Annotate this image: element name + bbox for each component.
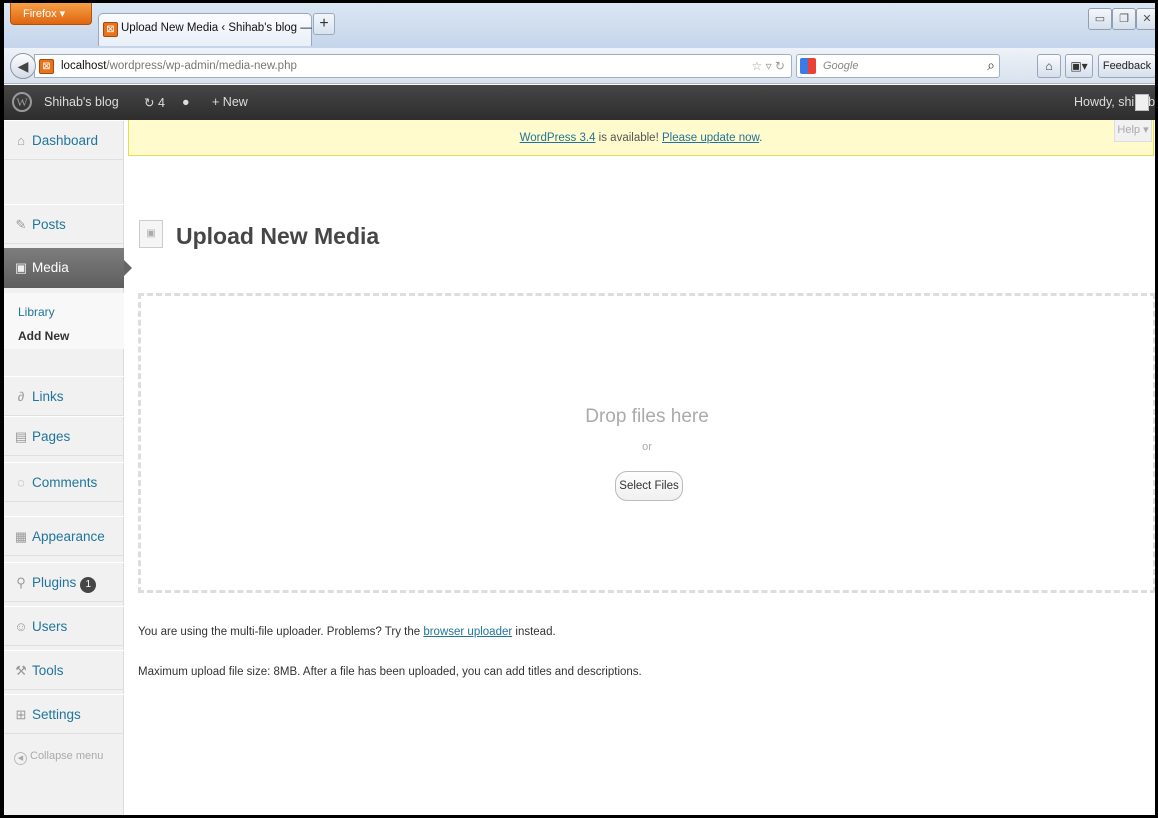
- wordpress-logo-icon[interactable]: W: [12, 92, 32, 112]
- media-icon: ▣: [14, 260, 28, 275]
- tab-bar: Firefox ▾ ⊠ Upload New Media ‹ Shihab's …: [4, 3, 1155, 48]
- avatar[interactable]: [1135, 94, 1149, 111]
- help-tab[interactable]: Help ▾: [1114, 120, 1152, 142]
- link-icon: ∂: [17, 389, 25, 404]
- menu-item-posts[interactable]: ✎ Posts: [4, 204, 124, 244]
- bookmark-star-icon[interactable]: ☆ ▿ ↻: [751, 59, 785, 73]
- select-files-button[interactable]: Select Files: [615, 471, 683, 501]
- wp-admin-bar: W Shihab's blog ↻ 4 ● + New Howdy, shiha…: [4, 85, 1155, 120]
- update-now-link[interactable]: Please update now: [662, 132, 759, 144]
- menu-item-plugins[interactable]: ⚲ Plugins 1: [4, 562, 124, 602]
- menu-label-comments: Comments: [32, 475, 98, 490]
- browser-uploader-link[interactable]: browser uploader: [423, 626, 512, 638]
- url-path: /wordpress/wp-admin/media-new.php: [106, 60, 297, 72]
- menu-label-settings: Settings: [32, 707, 81, 722]
- menu-item-media[interactable]: ▣ Media: [4, 248, 132, 288]
- menu-item-tools[interactable]: ⚒ Tools: [4, 650, 124, 690]
- menu-item-links[interactable]: ∂ Links: [4, 376, 124, 416]
- url-bar[interactable]: ⊠ localhost/wordpress/wp-admin/media-new…: [34, 54, 792, 78]
- menu-label-plugins: Plugins 1: [32, 575, 97, 593]
- url-text: localhost/wordpress/wp-admin/media-new.p…: [61, 60, 297, 72]
- max-upload-size-text: Maximum upload file size: 8MB. After a f…: [138, 666, 642, 678]
- feedback-button[interactable]: Feedback ▾: [1098, 54, 1155, 94]
- search-icon[interactable]: ⌕: [987, 57, 995, 74]
- media-submenu: Library Add New: [4, 293, 124, 349]
- menu-item-settings[interactable]: ⊞ Settings: [4, 694, 124, 734]
- uploader-info: You are using the multi-file uploader. P…: [138, 626, 556, 638]
- url-host: localhost: [61, 60, 107, 72]
- new-content-link[interactable]: + New: [212, 95, 248, 109]
- page-title: Upload New Media: [176, 223, 380, 249]
- submenu-library[interactable]: Library: [18, 305, 55, 319]
- tab-title: Upload New Media ‹ Shihab's blog — W...: [121, 22, 335, 34]
- feedback-label: Feedback: [1102, 60, 1152, 72]
- collapse-label: Collapse menu: [30, 750, 104, 762]
- uploader-prefix: You are using the multi-file uploader. P…: [138, 626, 424, 638]
- submenu-add-new[interactable]: Add New: [18, 329, 69, 343]
- navigation-bar: ⊠ localhost/wordpress/wp-admin/media-new…: [4, 48, 1155, 94]
- browser-tab-active[interactable]: ⊠ Upload New Media ‹ Shihab's blog — W..…: [98, 13, 335, 46]
- menu-item-pages[interactable]: ▤ Pages: [4, 416, 124, 456]
- tools-icon: ⚒: [15, 663, 27, 678]
- plugins-update-badge: 1: [80, 577, 97, 593]
- pages-icon: ▤: [14, 429, 28, 444]
- help-label: Help: [1117, 124, 1141, 136]
- menu-label-tools: Tools: [32, 663, 64, 678]
- firefox-menu-label: Firefox: [23, 8, 57, 20]
- update-notice: WordPress 3.4 is available! Please updat…: [128, 120, 1154, 156]
- dashboard-icon: ⌂: [17, 133, 25, 148]
- menu-label-pages: Pages: [32, 429, 71, 444]
- menu-item-users[interactable]: ☺ Users: [4, 606, 124, 646]
- collapse-arrow-icon: ◀: [14, 752, 27, 765]
- admin-menu: ⌂ Dashboard ✎ Posts ▣ Media Library Add …: [4, 120, 132, 815]
- menu-label-media: Media: [32, 260, 69, 275]
- menu-label-links: Links: [32, 389, 64, 404]
- back-arrow-icon[interactable]: ◀: [10, 53, 36, 79]
- menu-item-comments[interactable]: ◌ Comments: [4, 462, 124, 502]
- notice-text: is available!: [595, 132, 662, 144]
- collapse-menu-button[interactable]: ◀ Collapse menu: [14, 750, 103, 765]
- restore-icon[interactable]: ❐: [1112, 8, 1136, 30]
- search-input[interactable]: Google ⌕: [796, 54, 1000, 78]
- bookmarks-icon[interactable]: ▣▾: [1065, 54, 1093, 78]
- users-icon: ☺: [14, 619, 28, 634]
- pin-icon: ✎: [15, 217, 27, 232]
- menu-item-appearance[interactable]: ▦ Appearance: [4, 516, 124, 556]
- settings-icon: ⊞: [15, 707, 27, 722]
- comment-icon: ◌: [17, 475, 25, 490]
- uploader-suffix: instead.: [512, 626, 556, 638]
- search-placeholder: Google: [823, 60, 859, 72]
- site-name-link[interactable]: Shihab's blog: [44, 95, 119, 109]
- url-favicon-icon: ⊠: [39, 59, 54, 74]
- site-favicon-icon: ⊠: [103, 22, 118, 37]
- drop-zone[interactable]: Drop files here or Select Files: [138, 293, 1155, 593]
- close-icon[interactable]: ✕: [1136, 8, 1155, 30]
- menu-label-users: Users: [32, 619, 68, 634]
- browser-window: Firefox ▾ ⊠ Upload New Media ‹ Shihab's …: [0, 0, 1158, 818]
- media-page-icon: ▣: [139, 220, 163, 248]
- menu-label-appearance: Appearance: [32, 529, 105, 544]
- home-icon[interactable]: ⌂: [1037, 54, 1061, 78]
- drop-files-text: Drop files here: [585, 406, 709, 427]
- plugins-text: Plugins: [32, 575, 77, 590]
- appearance-icon: ▦: [14, 529, 28, 544]
- minimize-icon[interactable]: ▭: [1088, 8, 1112, 30]
- plugin-icon: ⚲: [16, 575, 26, 590]
- updates-count: 4: [157, 96, 165, 110]
- menu-item-dashboard[interactable]: ⌂ Dashboard: [4, 120, 124, 160]
- or-text: or: [642, 441, 652, 453]
- notice-period: .: [759, 132, 763, 144]
- google-logo-icon: [800, 58, 816, 74]
- new-label: New: [222, 95, 248, 109]
- menu-label-dashboard: Dashboard: [32, 133, 99, 148]
- plus-icon: +: [212, 95, 220, 109]
- firefox-menu-button[interactable]: Firefox ▾: [10, 3, 92, 25]
- updates-icon: ↻: [144, 96, 155, 110]
- menu-label-posts: Posts: [32, 217, 66, 232]
- updates-link[interactable]: ↻ 4: [144, 95, 165, 110]
- new-tab-button[interactable]: +: [313, 13, 335, 35]
- comments-bubble-icon[interactable]: ●: [182, 95, 190, 109]
- wordpress-version-link[interactable]: WordPress 3.4: [520, 132, 596, 144]
